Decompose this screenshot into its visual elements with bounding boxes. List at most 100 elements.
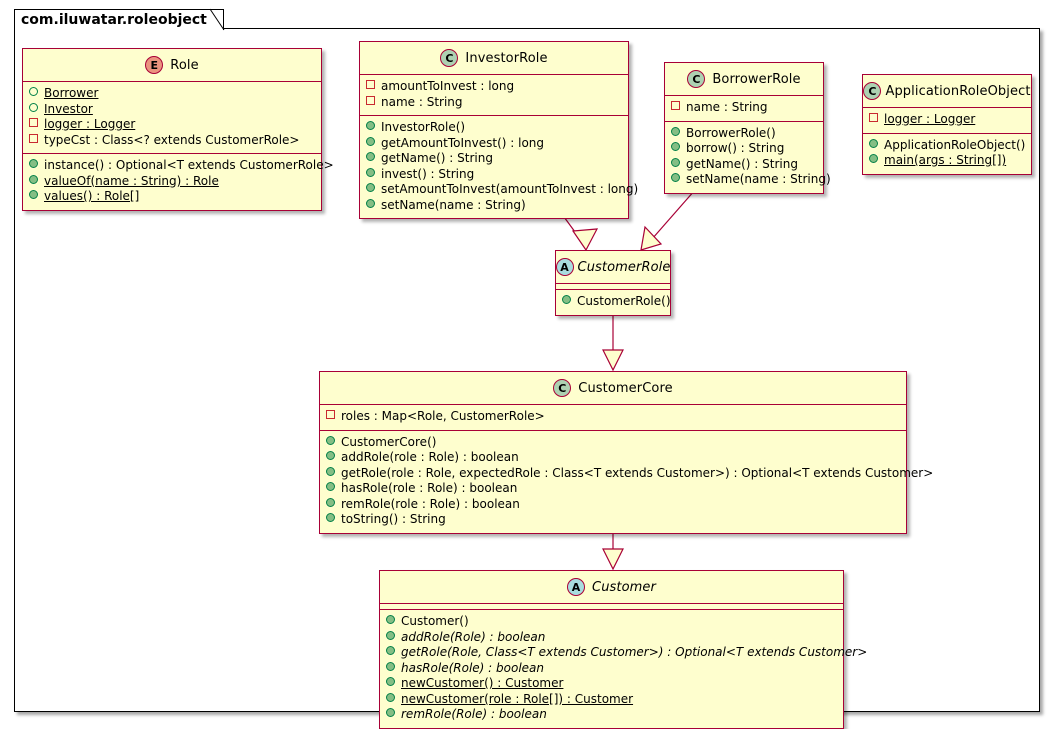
abstract-stereotype-icon: A [567, 578, 586, 596]
method-row: ApplicationRoleObject() [869, 138, 1025, 154]
field-label: Investor [44, 101, 93, 116]
method-label: newCustomer(role : Role[]) : Customer [401, 691, 634, 706]
fields-compartment-applicationroleobject: logger : Logger [863, 108, 1031, 133]
method-label: getName() : String [686, 156, 798, 171]
field-label: name : String [686, 100, 768, 114]
method-row: newCustomer(role : Role[]) : Customer [386, 692, 837, 708]
fields-compartment-role: Borrower Investor logger : Logger typeCs… [23, 82, 321, 153]
methods-compartment-customerrole: CustomerRole() [556, 290, 671, 315]
class-name-customer: Customer [592, 579, 656, 595]
method-row: addRole(Role) : boolean [386, 630, 837, 646]
public-method-icon [386, 646, 395, 655]
public-method-icon [671, 173, 680, 182]
public-method-icon [386, 677, 395, 686]
field-label: Borrower [44, 86, 99, 100]
class-stereotype-icon: C [440, 49, 459, 67]
class-title-applicationroleobject: C ApplicationRoleObject [863, 75, 1031, 107]
class-title-customercore: C CustomerCore [320, 372, 906, 404]
field-row: Investor [29, 102, 315, 118]
public-method-icon [671, 142, 680, 151]
method-row: getName() : String [366, 151, 622, 167]
method-label: addRole(role : Role) : boolean [341, 450, 519, 464]
method-row: newCustomer() : Customer [386, 676, 837, 692]
method-label: getRole(Role, Class<T extends Customer>)… [401, 645, 868, 659]
class-box-role[interactable]: E Role Borrower Investor logger : Logger… [22, 48, 334, 211]
method-row: getName() : String [671, 157, 817, 173]
private-field-icon [366, 95, 375, 105]
class-title-customerrole: A CustomerRole [555, 251, 670, 283]
class-box-customer[interactable]: A Customer Customer() addRole(Role) : bo… [379, 570, 867, 729]
public-method-icon [326, 451, 335, 460]
method-label: CustomerCore() [341, 434, 437, 449]
fields-compartment-borrowerrole: name : String [665, 96, 823, 121]
field-label: logger : Logger [44, 117, 136, 131]
field-row: Borrower [29, 86, 315, 102]
public-method-icon [326, 482, 335, 491]
method-label: setName(name : String) [686, 172, 831, 186]
public-method-icon [326, 497, 335, 507]
public-method-icon [326, 435, 335, 445]
public-method-icon [386, 661, 395, 671]
private-field-icon [869, 113, 878, 122]
class-box-customerrole[interactable]: A CustomerRole CustomerRole() [555, 250, 671, 316]
field-row: amountToInvest : long [366, 79, 622, 95]
method-label: remRole(role : Role) : boolean [341, 496, 520, 511]
methods-compartment-applicationroleobject: ApplicationRoleObject() main(args : Stri… [863, 134, 1031, 174]
method-row: hasRole(Role) : boolean [386, 661, 837, 677]
method-label: InvestorRole() [381, 120, 466, 134]
method-label: hasRole(Role) : boolean [401, 660, 545, 675]
public-method-icon [366, 167, 375, 177]
field-row: typeCst : Class<? extends CustomerRole> [29, 133, 315, 149]
class-box-borrowerrole[interactable]: C BorrowerRole name : String BorrowerRol… [664, 62, 831, 194]
public-field-icon [29, 102, 38, 112]
methods-compartment-customer: Customer() addRole(Role) : boolean getRo… [380, 610, 867, 728]
class-box-customercore[interactable]: C CustomerCore roles : Map<Role, Custome… [319, 371, 933, 534]
method-row: values() : Role[] [29, 189, 315, 205]
class-stereotype-icon: C [553, 379, 572, 397]
methods-compartment-customercore: CustomerCore() addRole(role : Role) : bo… [320, 431, 933, 533]
public-method-icon [326, 513, 335, 522]
class-title-role: E Role [23, 49, 321, 81]
method-row: valueOf(name : String) : Role [29, 174, 315, 190]
public-method-icon [386, 692, 395, 702]
method-row: borrow() : String [671, 141, 817, 157]
method-row: getAmountToInvest() : long [366, 136, 622, 152]
method-row: CustomerRole() [562, 294, 671, 310]
method-row: addRole(role : Role) : boolean [326, 450, 900, 466]
class-box-investorrole[interactable]: C InvestorRole amountToInvest : long nam… [359, 41, 638, 219]
private-field-icon [29, 118, 38, 127]
field-row: logger : Logger [869, 112, 1025, 128]
method-row: CustomerCore() [326, 435, 900, 451]
public-method-icon [29, 159, 38, 168]
public-method-icon [29, 190, 38, 199]
class-stereotype-icon: C [863, 82, 882, 100]
method-label: hasRole(role : Role) : boolean [341, 481, 518, 495]
method-label: Customer() [401, 614, 469, 628]
method-row: invest() : String [366, 167, 622, 183]
class-box-applicationroleobject[interactable]: C ApplicationRoleObject logger : Logger … [862, 74, 1032, 175]
fields-compartment-investorrole: amountToInvest : long name : String [360, 75, 628, 115]
private-field-icon [326, 410, 335, 419]
public-method-icon [326, 466, 335, 476]
class-name-customercore: CustomerCore [578, 380, 673, 396]
field-label: name : String [381, 94, 463, 109]
methods-compartment-borrowerrole: BorrowerRole() borrow() : String getName… [665, 122, 831, 193]
method-row: setAmountToInvest(amountToInvest : long) [366, 182, 638, 198]
method-label: ApplicationRoleObject() [884, 137, 1026, 152]
method-row: remRole(role : Role) : boolean [326, 497, 900, 513]
public-method-icon [671, 157, 680, 167]
private-field-icon [366, 80, 375, 89]
public-method-icon [562, 295, 571, 304]
method-row: toString() : String [326, 512, 900, 528]
method-label: borrow() : String [686, 141, 785, 155]
method-row: setName(name : String) [366, 198, 622, 214]
class-title-customer: A Customer [380, 571, 843, 603]
public-method-icon [671, 126, 680, 136]
method-row: remRole(Role) : boolean [386, 707, 837, 723]
method-label: instance() : Optional<T extends Customer… [44, 158, 334, 172]
method-label: values() : Role[] [44, 189, 140, 203]
method-row: hasRole(role : Role) : boolean [326, 481, 900, 497]
method-label: getName() : String [381, 151, 493, 165]
method-label: main(args : String[]) [884, 153, 1007, 167]
method-label: remRole(Role) : boolean [401, 707, 547, 721]
